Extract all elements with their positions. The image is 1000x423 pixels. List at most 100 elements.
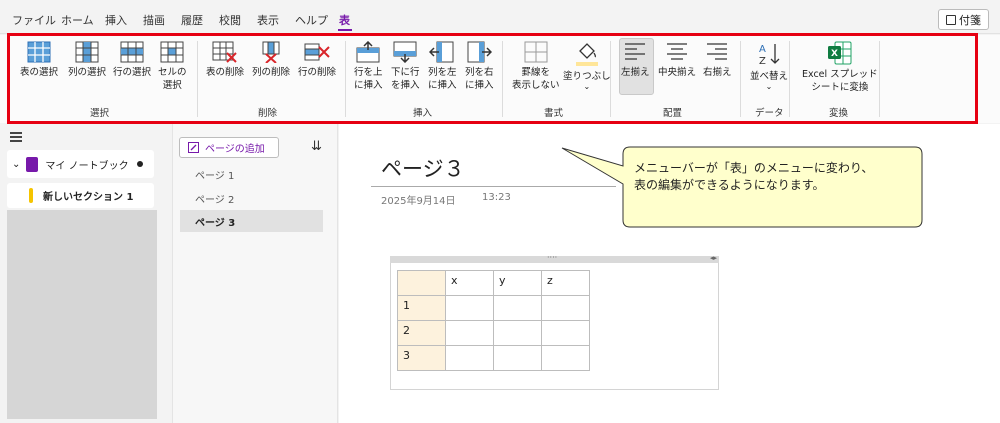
group-label-delete: 削除 xyxy=(258,108,278,119)
table-row: x y z xyxy=(397,270,590,296)
section-color-tab xyxy=(29,188,33,203)
insert-column-left-button[interactable]: 列を左 に挿入 xyxy=(428,41,457,92)
group-label-format: 書式 xyxy=(544,108,564,119)
shading-button[interactable]: 塗りつぶし ⌄ xyxy=(563,41,611,91)
menu-home[interactable]: ホーム xyxy=(61,12,94,28)
sort-button[interactable]: AZ 並べ替え ⌄ xyxy=(750,41,788,91)
page-time: 13:23 xyxy=(482,192,511,203)
sort-az-icon: AZ xyxy=(759,44,780,67)
table-cell[interactable]: 1 xyxy=(397,295,446,321)
svg-text:Z: Z xyxy=(759,56,766,67)
active-tab-indicator xyxy=(338,29,352,31)
insert-column-right-button[interactable]: 列を右 に挿入 xyxy=(465,41,494,92)
container-drag-handle[interactable]: ···· ◂▸ xyxy=(390,253,719,263)
align-right-icon xyxy=(707,43,728,60)
table-cell[interactable] xyxy=(541,345,590,371)
table-cell[interactable] xyxy=(445,295,494,321)
menu-review[interactable]: 校閲 xyxy=(219,12,241,28)
table-cell[interactable] xyxy=(493,345,542,371)
convert-to-excel-button[interactable]: X Excel スプレッド シートに変換 xyxy=(802,41,878,94)
menu-bar: ファイル ホーム 挿入 描画 履歴 校閲 表示 ヘルプ 表 付箋 xyxy=(0,0,1000,34)
svg-text:A: A xyxy=(759,44,766,55)
select-table-icon xyxy=(27,41,51,63)
group-label-align: 配置 xyxy=(663,108,683,119)
group-separator xyxy=(610,41,611,117)
table-cell[interactable] xyxy=(445,345,494,371)
delete-column-icon xyxy=(262,41,280,63)
group-label-convert: 変換 xyxy=(829,108,849,119)
select-table-button[interactable]: 表の選択 xyxy=(20,41,58,79)
menu-draw[interactable]: 描画 xyxy=(143,12,165,28)
select-cell-button[interactable]: セルの 選択 xyxy=(158,41,187,92)
table-cell[interactable] xyxy=(445,320,494,346)
page-list-item-selected[interactable]: ページ 3 xyxy=(180,210,323,232)
page-title[interactable]: ページ３ xyxy=(381,153,465,183)
menu-insert[interactable]: 挿入 xyxy=(105,12,127,28)
section-item[interactable]: 新しいセクション 1 xyxy=(7,183,154,208)
section-list-area xyxy=(7,210,157,419)
table-cell[interactable] xyxy=(541,295,590,321)
insert-column-left-icon xyxy=(429,41,454,63)
section-name: 新しいセクション 1 xyxy=(43,192,134,203)
svg-text:X: X xyxy=(831,49,838,59)
add-page-icon xyxy=(188,142,199,153)
group-separator xyxy=(345,41,346,117)
delete-table-button[interactable]: 表の削除 xyxy=(206,41,244,79)
chevron-down-icon: ⌄ xyxy=(12,158,21,170)
table-row: 2 xyxy=(397,320,590,346)
menu-table[interactable]: 表 xyxy=(339,12,350,28)
notebook-icon xyxy=(26,156,39,172)
table-cell[interactable]: 3 xyxy=(397,345,446,371)
menu-history[interactable]: 履歴 xyxy=(181,12,203,28)
table-cell[interactable]: 2 xyxy=(397,320,446,346)
align-center-icon xyxy=(667,43,687,60)
align-right-button[interactable]: 右揃え xyxy=(703,41,732,79)
insert-row-below-button[interactable]: 下に行 を挿入 xyxy=(391,41,420,92)
page-list-item[interactable]: ページ 2 xyxy=(180,187,323,209)
hide-borders-button[interactable]: 罫線を 表示しない xyxy=(512,41,560,92)
excel-icon: X xyxy=(827,41,852,65)
callout-line: 表の編集ができるようになります。 xyxy=(634,178,825,192)
sort-pages-icon[interactable]: ⇊ xyxy=(311,139,322,154)
data-table: x y z 1 2 3 xyxy=(397,270,590,371)
insert-row-above-button[interactable]: 行を上 に挿入 xyxy=(354,41,383,92)
table-cell[interactable] xyxy=(493,320,542,346)
chevron-down-icon: ⌄ xyxy=(765,82,773,91)
align-center-button[interactable]: 中央揃え xyxy=(658,41,696,79)
select-column-button[interactable]: 列の選択 xyxy=(68,41,106,79)
drag-dots-icon: ···· xyxy=(547,253,558,262)
menu-file[interactable]: ファイル xyxy=(12,12,56,28)
group-separator xyxy=(740,41,741,117)
add-page-button[interactable]: ページの追加 xyxy=(179,137,279,158)
select-row-button[interactable]: 行の選択 xyxy=(113,41,151,79)
menu-view[interactable]: 表示 xyxy=(257,12,279,28)
hamburger-menu-icon[interactable] xyxy=(10,132,22,144)
table-cell[interactable]: y xyxy=(493,270,542,296)
table-cell[interactable] xyxy=(493,295,542,321)
chevron-down-icon: ⌄ xyxy=(583,82,591,91)
insert-row-below-icon xyxy=(393,41,417,63)
align-left-icon xyxy=(625,43,646,60)
page-date: 2025年9月14日 xyxy=(381,196,456,207)
table-cell[interactable] xyxy=(541,320,590,346)
notebook-item[interactable]: ⌄ マイ ノートブック xyxy=(7,150,154,178)
group-label-data: データ xyxy=(755,108,784,119)
select-cell-icon xyxy=(160,41,184,63)
table-cell[interactable]: z xyxy=(541,270,590,296)
align-left-button[interactable]: 左揃え xyxy=(621,41,650,79)
delete-row-button[interactable]: 行の削除 xyxy=(298,41,336,79)
menu-help[interactable]: ヘルプ xyxy=(295,12,328,28)
sticky-notes-button[interactable]: 付箋 xyxy=(938,9,989,30)
sticky-note-icon xyxy=(946,14,956,25)
page-list-item[interactable]: ページ 1 xyxy=(180,163,323,185)
delete-column-button[interactable]: 列の削除 xyxy=(252,41,290,79)
insert-column-right-icon xyxy=(467,41,493,63)
resize-arrows-icon: ◂▸ xyxy=(709,254,717,262)
table-cell[interactable]: x xyxy=(445,270,494,296)
table-row: 3 xyxy=(397,345,590,371)
table-cell[interactable] xyxy=(397,270,446,296)
callout-text: メニューバーが「表」のメニューに変わり、 表の編集ができるようになります。 xyxy=(634,160,924,194)
delete-table-icon xyxy=(212,41,237,63)
hide-borders-icon xyxy=(524,41,548,63)
group-separator xyxy=(502,41,503,117)
